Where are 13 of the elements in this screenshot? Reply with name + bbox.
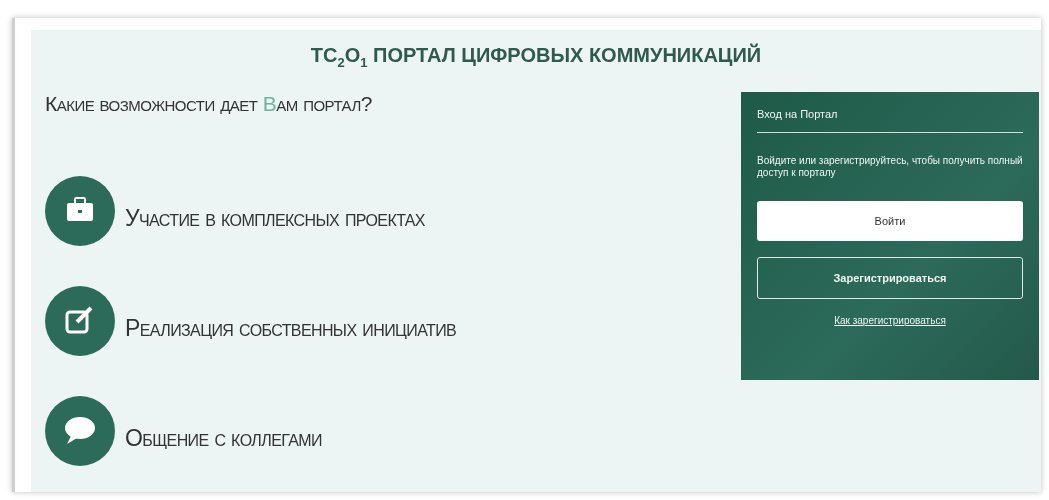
feature-label: Участие в комплексных проектах (125, 204, 425, 232)
panel-title: Вход на Портал (757, 108, 1023, 133)
feature-label: Общение с коллегами (125, 424, 322, 452)
chat-icon (45, 396, 115, 466)
panel-text: Войдите или зарегистрируйтесь, чтобы получить полный доступ к порталу (757, 155, 1023, 179)
edit-icon (45, 286, 115, 356)
feature-label: Реализация собственных инициатив (125, 314, 457, 342)
login-button[interactable]: Войти (757, 201, 1023, 241)
section-heading: Какие возможности дает Вам портал? (45, 92, 373, 116)
register-button[interactable]: Зарегистрироваться (757, 257, 1023, 299)
briefcase-icon (45, 176, 115, 246)
page-title: TC$_{2}$O$_{1}$ ПОРТАЛ ЦИФРОВЫХ КОММУНИКАЦИЙ (309, 42, 763, 70)
help-link[interactable]: Как зарегистрироваться (834, 315, 946, 326)
